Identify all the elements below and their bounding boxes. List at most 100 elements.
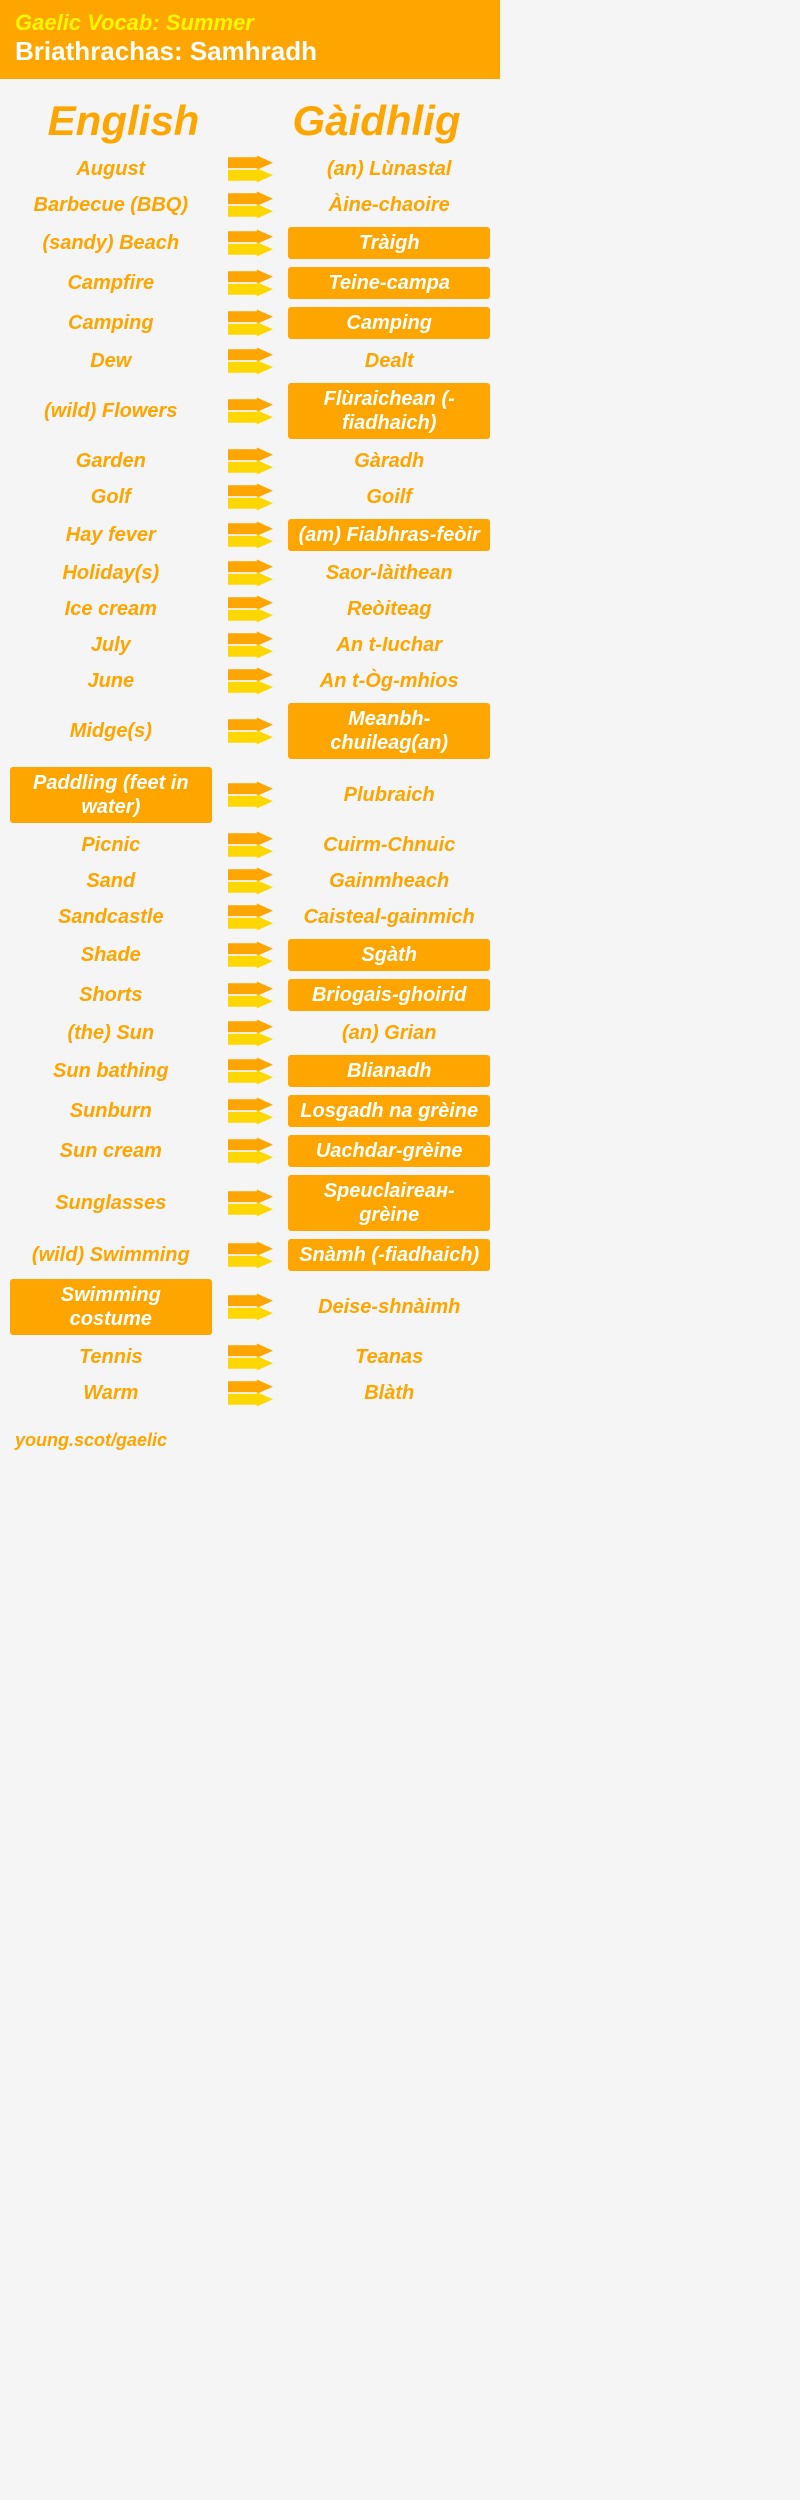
gaelic-word: Flùraichean (-fiadhaich) [288,383,490,439]
gaelic-word: Cuirm-Chnuic [288,833,490,857]
arrow-icon [228,1137,273,1165]
arrow-icon [228,269,273,297]
arrow-container [216,1343,283,1371]
arrow-container [216,631,283,659]
english-word: Paddling (feet in water) [10,767,212,823]
vocab-row: Garden Gàradh [10,447,490,475]
vocab-row: Camping Camping [10,307,490,339]
arrow-icon [228,1057,273,1085]
english-word: (wild) Flowers [10,399,212,423]
gaelic-word: Dealt [288,349,490,373]
arrow-container [216,1379,283,1407]
arrow-container [216,483,283,511]
arrow-icon [228,831,273,859]
gaelic-word: Blàth [288,1381,490,1405]
vocab-row: Golf Goilf [10,483,490,511]
gaelic-word: An t-Iuchar [288,633,490,657]
gaelic-word: Gainmheach [288,869,490,893]
arrow-container [216,397,283,425]
english-word: Sand [10,869,212,893]
vocab-row: Sunburn Losgadh na grèine [10,1095,490,1127]
english-word: August [10,157,212,181]
header-title: Gaelic Vocab: Summer [15,10,485,36]
arrow-icon [228,903,273,931]
vocab-row: Sand Gainmheach [10,867,490,895]
vocab-row: (sandy) Beach Tràigh [10,227,490,259]
vocab-row: Tennis Teanas [10,1343,490,1371]
arrow-container [216,781,283,809]
gaelic-word: Blianadh [288,1055,490,1087]
arrow-container [216,1189,283,1217]
arrow-container [216,1057,283,1085]
english-word: June [10,669,212,693]
gaelic-word: Deise-shnàimh [288,1295,490,1319]
vocab-row: Picnic Cuirm-Chnuic [10,831,490,859]
vocab-row: Dew Dealt [10,347,490,375]
gaelic-word: Àine-chaoire [288,193,490,217]
arrow-container [216,521,283,549]
arrow-container [216,831,283,859]
arrow-container [216,1097,283,1125]
arrow-container [216,1019,283,1047]
gaelic-word: An t-Òg-mhios [288,669,490,693]
arrow-icon [228,521,273,549]
arrow-icon [228,1189,273,1217]
arrow-icon [228,867,273,895]
gaelic-word: Caisteal-gainmich [288,905,490,929]
english-word: Picnic [10,833,212,857]
arrow-icon [228,1241,273,1269]
gaelic-word: Snàmh (-fiadhaich) [288,1239,490,1271]
header-container: Gaelic Vocab: Summer Briathrachas: Samhr… [0,0,500,79]
english-word: Sandcastle [10,905,212,929]
arrow-container [216,667,283,695]
header-subtitle: Briathrachas: Samhradh [15,36,485,67]
vocab-row: August (an) Lùnastal [10,155,490,183]
english-word: Hay fever [10,523,212,547]
gaelic-word: Teanas [288,1345,490,1369]
arrow-icon [228,1097,273,1125]
gaelic-word: Goilf [288,485,490,509]
english-word: Shorts [10,983,212,1007]
english-word: Sunglasses [10,1191,212,1215]
arrow-icon [228,447,273,475]
arrow-container [216,1293,283,1321]
english-word: Sun cream [10,1139,212,1163]
gaelic-word: Briogais-ghoirid [288,979,490,1011]
english-word: Sun bathing [10,1059,212,1083]
gaelic-word: Sgàth [288,939,490,971]
gaelic-word: Saor-làithean [288,561,490,585]
vocab-row: Holiday(s) Saor-làithean [10,559,490,587]
arrow-icon [228,981,273,1009]
gaelic-word: Uachdar-grèine [288,1135,490,1167]
arrow-container [216,595,283,623]
english-word: (sandy) Beach [10,231,212,255]
vocab-row: Campfire Teine-campa [10,267,490,299]
arrow-container [216,269,283,297]
vocab-row: Barbecue (BBQ) Àine-chaoire [10,191,490,219]
english-word: Ice cream [10,597,212,621]
english-word: Garden [10,449,212,473]
arrow-container [216,155,283,183]
vocab-row: Sunglasses Speuclaireан-grèine [10,1175,490,1231]
arrow-icon [228,155,273,183]
vocab-row: Sun cream Uachdar-grèine [10,1135,490,1167]
arrow-container [216,309,283,337]
gaelic-word: Gàradh [288,449,490,473]
arrow-icon [228,667,273,695]
arrow-icon [228,631,273,659]
arrow-icon [228,559,273,587]
gaelic-word: (am) Fiabhras-feòir [288,519,490,551]
vocab-row: Swimming costume Deise-shnàimh [10,1279,490,1335]
english-word: Camping [10,311,212,335]
arrow-container [216,1137,283,1165]
vocab-row: Sun bathing Blianadh [10,1055,490,1087]
english-word: Barbecue (BBQ) [10,193,212,217]
arrow-icon [228,191,273,219]
vocab-row: Hay fever (am) Fiabhras-feòir [10,519,490,551]
english-word: Holiday(s) [10,561,212,585]
arrow-icon [228,781,273,809]
arrow-container [216,717,283,745]
arrow-icon [228,1293,273,1321]
english-column-header: English [20,97,227,145]
gaelic-word: Camping [288,307,490,339]
